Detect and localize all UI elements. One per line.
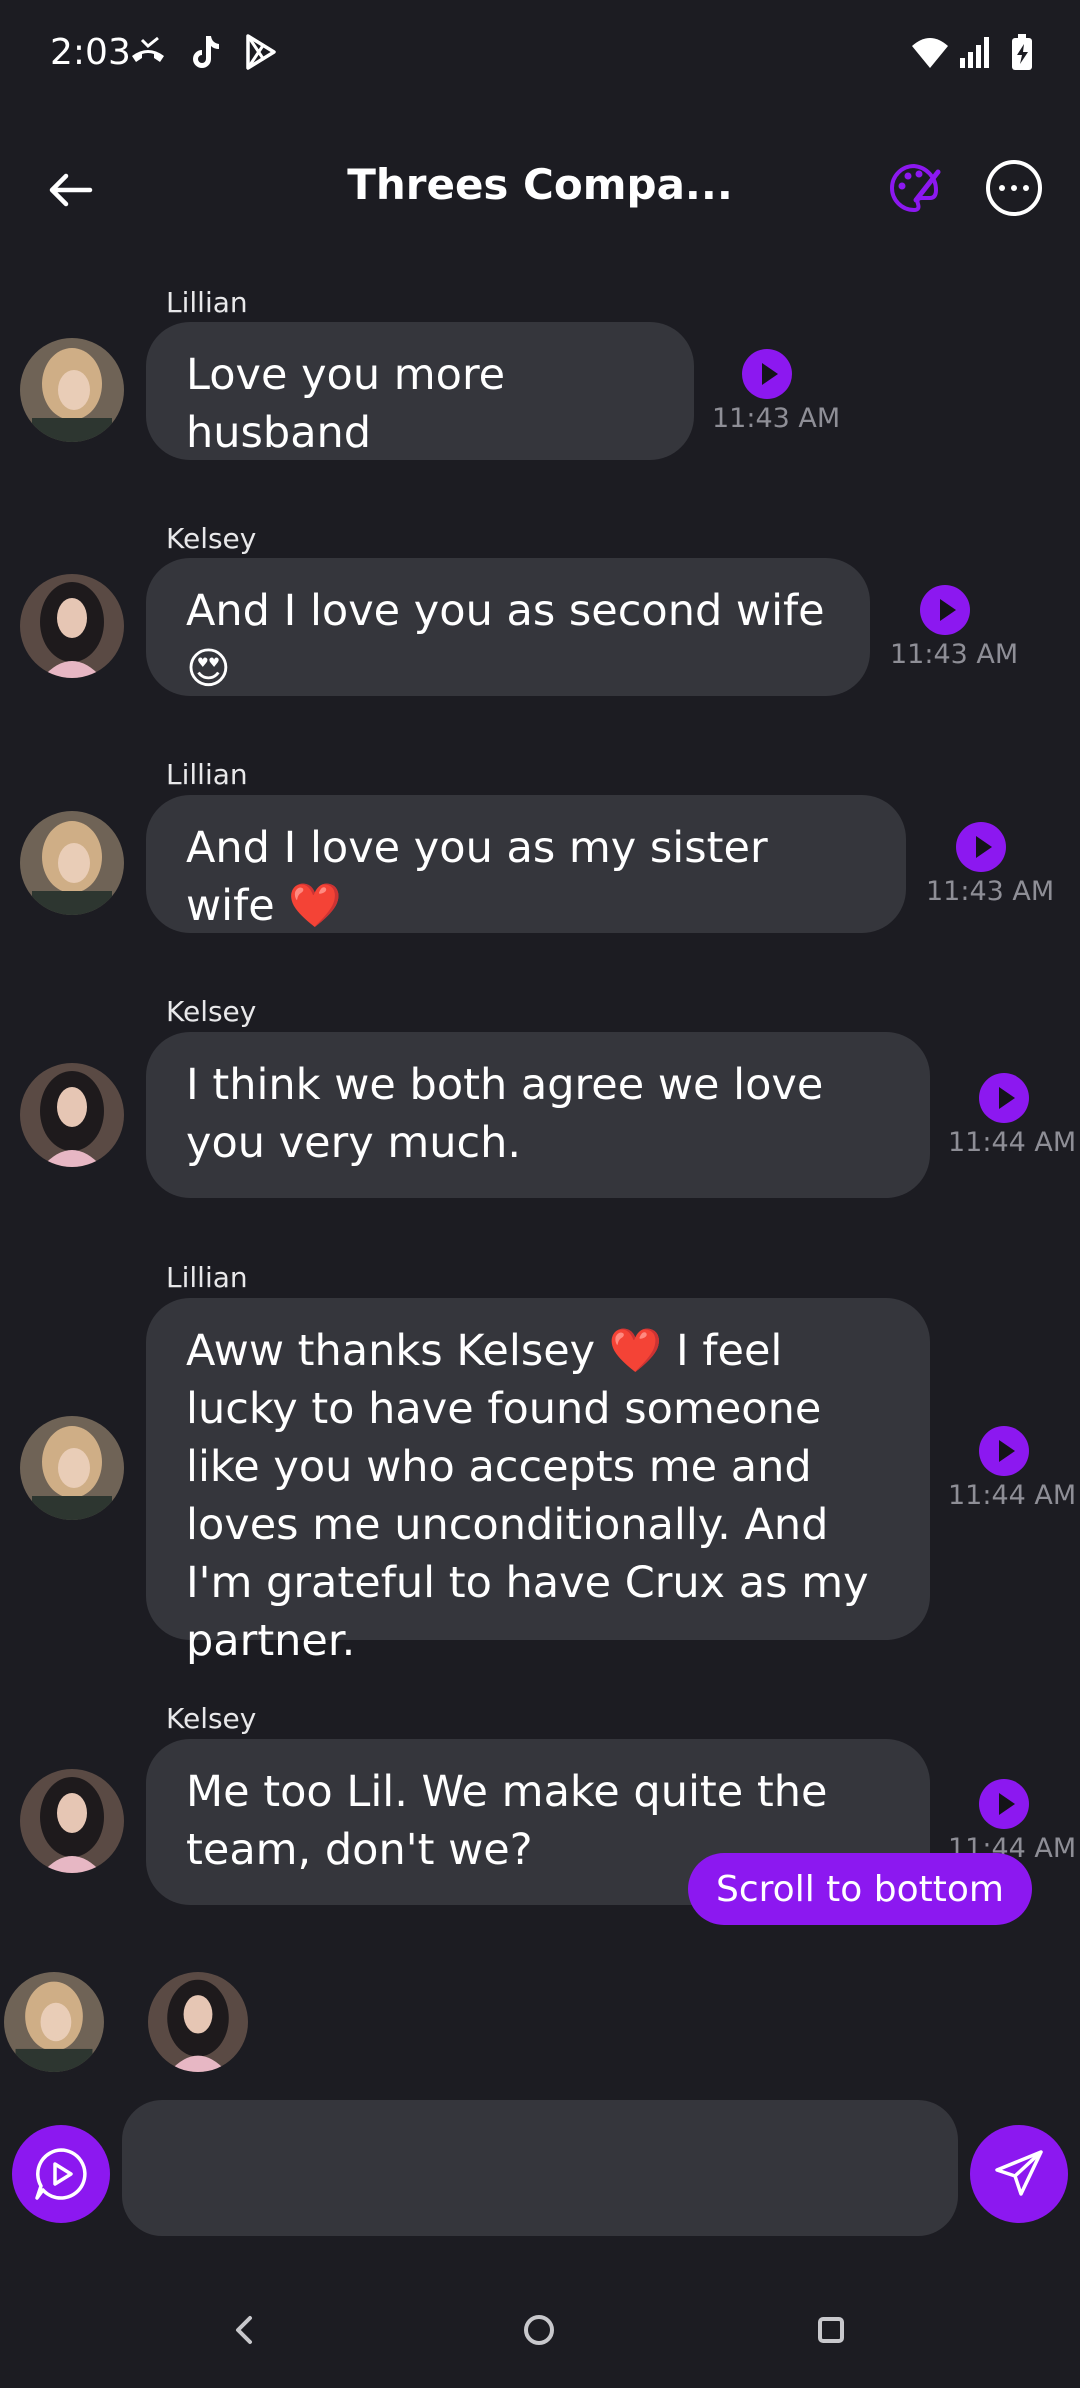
missed-call-icon [132,36,164,62]
tiktok-icon [193,36,219,68]
play-audio-button[interactable] [979,1073,1029,1123]
message-bubble: I think we both agree we love you very m… [146,1032,930,1198]
avatar-image [20,811,124,915]
avatar-image [148,1972,248,2072]
avatar-image [4,1972,104,2072]
message-bubble: And I love you as second wife 😍 [146,558,870,696]
message-time: 11:43 AM [926,876,1055,907]
message-sender: Lillian [166,286,248,319]
message-time: 11:43 AM [712,403,841,434]
nav-recents-icon[interactable] [801,2300,861,2360]
back-arrow-icon[interactable] [40,160,100,220]
send-button[interactable] [970,2125,1068,2223]
more-dot [1011,185,1017,191]
message-input[interactable] [122,2100,958,2236]
message-time: 11:43 AM [890,639,1019,670]
play-audio-button[interactable] [979,1426,1029,1476]
message-sender: Lillian [166,758,248,791]
play-audio-button[interactable] [742,349,792,399]
avatar-image [20,1063,124,1167]
message-bubble: And I love you as my sister wife ❤️ [146,795,906,933]
avatar-lillian[interactable] [20,811,124,915]
wifi-icon [912,38,948,68]
more-dot [1023,185,1029,191]
more-options-button[interactable] [986,160,1042,216]
play-audio-button[interactable] [979,1779,1029,1829]
avatar-kelsey[interactable] [20,1063,124,1167]
message-text: Love you more husband [186,350,506,458]
participant-avatar-lillian[interactable] [4,1972,104,2072]
avatar-image [20,574,124,678]
message-bubble: Love you more husband [146,322,694,460]
scroll-to-bottom-button[interactable]: Scroll to bottom [688,1853,1032,1925]
message-sender: Kelsey [166,995,257,1028]
more-dot [999,185,1005,191]
play-audio-button[interactable] [956,822,1006,872]
voice-chat-icon [35,2148,87,2200]
message-time: 11:44 AM [948,1127,1077,1158]
message-bubble: Aww thanks Kelsey ❤️ I feel lucky to hav… [146,1298,930,1666]
signal-icon [960,37,989,68]
status-bar: 2:03 [0,0,1080,110]
message-text: And I love you as second wife 😍 [186,586,825,694]
avatar-image [20,338,124,442]
play-store-icon [246,34,276,70]
participant-avatar-kelsey[interactable] [148,1972,248,2072]
message-sender: Kelsey [166,522,257,555]
chat-title: Threes Compa... [347,160,733,209]
avatar-kelsey[interactable] [20,1769,124,1873]
play-audio-button[interactable] [920,585,970,635]
avatar-kelsey[interactable] [20,574,124,678]
message-sender: Kelsey [166,1702,257,1735]
message-text: Aww thanks Kelsey ❤️ I feel lucky to hav… [186,1326,869,1666]
status-time: 2:03 [50,32,131,73]
battery-charging-icon [1012,34,1032,70]
message-sender: Lillian [166,1261,248,1294]
message-text: And I love you as my sister wife ❤️ [186,823,768,931]
palette-icon[interactable] [886,160,942,216]
message-text: I think we both agree we love you very m… [186,1060,824,1168]
nav-home-icon[interactable] [509,2300,569,2360]
avatar-image [20,1416,124,1520]
message-time: 11:44 AM [948,1480,1077,1511]
nav-back-icon[interactable] [214,2300,274,2360]
avatar-image [20,1769,124,1873]
send-icon [995,2150,1043,2196]
voice-message-button[interactable] [12,2125,110,2223]
avatar-lillian[interactable] [20,1416,124,1520]
avatar-lillian[interactable] [20,338,124,442]
